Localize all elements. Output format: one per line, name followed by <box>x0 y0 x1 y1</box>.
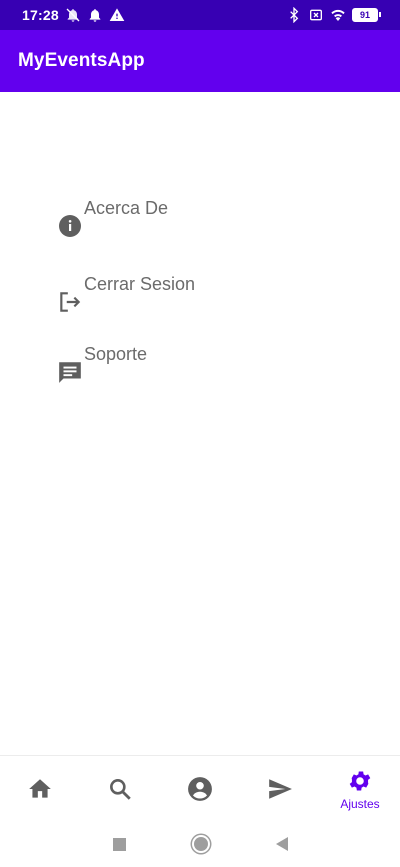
menu-item-cerrar-sesion[interactable]: Cerrar Sesion <box>56 274 195 316</box>
gear-icon <box>349 770 371 791</box>
search-icon <box>110 779 131 800</box>
send-icon <box>269 779 292 799</box>
nav-search[interactable] <box>80 756 160 822</box>
no-sim-icon <box>310 9 322 21</box>
home-icon <box>29 779 51 798</box>
nav-home[interactable] <box>0 756 80 822</box>
status-time: 17:28 <box>22 7 59 23</box>
back-button[interactable] <box>275 837 288 851</box>
home-button[interactable] <box>193 837 208 851</box>
nav-send[interactable] <box>240 756 320 822</box>
notifications-off-icon <box>66 8 80 22</box>
recents-button[interactable] <box>112 837 126 851</box>
app-bar: MyEventsApp <box>0 30 400 92</box>
bell-icon <box>89 9 101 22</box>
info-icon <box>56 212 84 240</box>
bluetooth-icon <box>290 7 299 23</box>
logout-icon <box>56 288 84 316</box>
menu-item-label: Soporte <box>84 344 148 364</box>
bottom-nav: Ajustes <box>0 755 400 822</box>
nav-ajustes[interactable]: Ajustes <box>320 756 400 822</box>
menu-item-soporte[interactable]: Soporte <box>56 344 147 386</box>
menu-item-acerca-de[interactable]: Acerca De <box>56 198 168 240</box>
nav-label-ajustes: Ajustes <box>340 796 380 811</box>
battery-indicator: 91 <box>352 8 381 22</box>
menu-item-label: Cerrar Sesion <box>84 274 196 294</box>
status-bar: 17:28 91 <box>0 0 400 30</box>
warning-icon <box>109 8 125 21</box>
nav-account[interactable] <box>160 756 240 822</box>
account-icon <box>188 777 212 801</box>
app-title: MyEventsApp <box>18 50 145 71</box>
wifi-icon <box>331 9 345 21</box>
system-nav-bar <box>0 821 400 867</box>
menu-item-label: Acerca De <box>84 198 169 218</box>
message-icon <box>56 358 84 386</box>
